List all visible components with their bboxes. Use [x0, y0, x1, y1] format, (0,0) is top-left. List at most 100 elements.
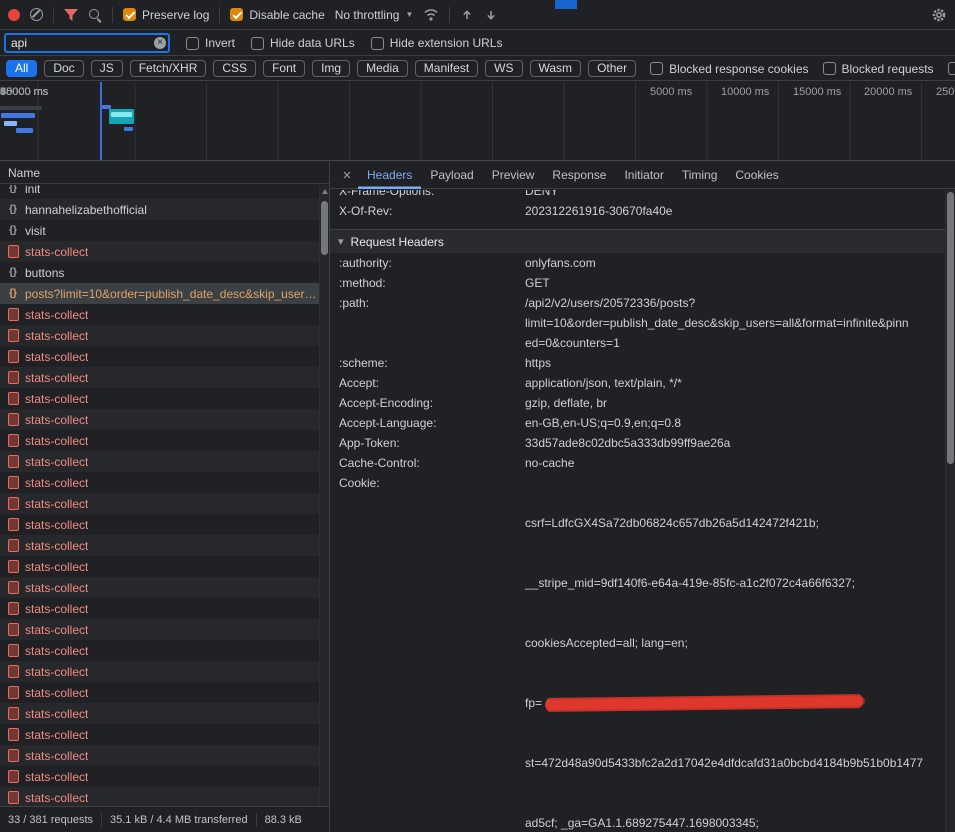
header-row: Accept-Encoding: gzip, deflate, br [330, 393, 955, 413]
request-row[interactable]: stats-collect [0, 703, 329, 724]
request-row[interactable]: stats-collect [0, 367, 329, 388]
filter-toggle-button[interactable] [64, 9, 78, 21]
request-row[interactable]: stats-collect [0, 430, 329, 451]
type-filter-chip[interactable]: Wasm [530, 60, 582, 77]
timeline-tick-label: 10000 ms [721, 86, 769, 98]
separator [112, 7, 113, 23]
request-row[interactable]: stats-collect [0, 514, 329, 535]
export-har-button[interactable] [460, 8, 474, 22]
details-tab[interactable]: Cookies [726, 162, 787, 189]
request-row[interactable]: stats-collect [0, 682, 329, 703]
scrollbar-thumb[interactable] [947, 192, 954, 464]
request-row[interactable]: buttons [0, 262, 329, 283]
blocked-requests-checkbox[interactable]: Blocked requests [823, 62, 934, 76]
request-row[interactable]: stats-collect [0, 766, 329, 787]
request-type-icon [7, 497, 19, 510]
request-row[interactable]: stats-collect [0, 577, 329, 598]
request-row[interactable]: visit [0, 220, 329, 241]
record-button[interactable] [8, 9, 20, 21]
disable-cache-checkbox[interactable]: Disable cache [230, 8, 324, 22]
details-tab[interactable]: Response [543, 162, 615, 189]
request-row[interactable]: stats-collect [0, 241, 329, 262]
request-row[interactable]: stats-collect [0, 787, 329, 806]
clear-filter-icon[interactable]: × [154, 37, 166, 49]
third-party-requests-checkbox[interactable]: 3rd-party requests [948, 62, 955, 76]
filter-input[interactable] [4, 33, 170, 53]
upload-icon [460, 8, 474, 22]
request-row[interactable]: stats-collect [0, 661, 329, 682]
network-activity-bar [124, 127, 133, 131]
request-row[interactable]: stats-collect [0, 346, 329, 367]
hide-data-urls-checkbox[interactable]: Hide data URLs [251, 36, 355, 50]
type-filter-chip[interactable]: Font [263, 60, 305, 77]
request-row[interactable]: stats-collect [0, 451, 329, 472]
main-split: Name init hannahelizabethofficial visit [0, 162, 955, 832]
request-row[interactable]: stats-collect [0, 556, 329, 577]
type-filter-chip[interactable]: Media [357, 60, 408, 77]
request-row[interactable]: stats-collect [0, 304, 329, 325]
request-row[interactable]: stats-collect [0, 745, 329, 766]
request-row[interactable]: stats-collect [0, 409, 329, 430]
network-activity-bar [16, 128, 33, 133]
details-tab[interactable]: Initiator [615, 162, 672, 189]
request-row[interactable]: stats-collect [0, 619, 329, 640]
header-row: X-Frame-Options: DENY [330, 190, 955, 201]
request-name: stats-collect [25, 455, 88, 469]
request-row[interactable]: stats-collect [0, 472, 329, 493]
import-har-button[interactable] [484, 8, 498, 22]
request-row[interactable]: hannahelizabethofficial [0, 199, 329, 220]
request-type-icon [7, 518, 19, 531]
request-row[interactable]: stats-collect [0, 724, 329, 745]
name-column-header[interactable]: Name [0, 162, 329, 184]
timeline-overview[interactable]: 5000 ms10000 ms15000 ms20000 ms25000 ms3… [0, 82, 955, 161]
checkbox-icon [371, 37, 384, 50]
details-tab[interactable]: Preview [483, 162, 544, 189]
close-icon[interactable]: × [336, 167, 358, 184]
preserve-log-checkbox[interactable]: Preserve log [123, 8, 209, 22]
request-row[interactable]: stats-collect [0, 640, 329, 661]
type-filter-chip[interactable]: Other [588, 60, 636, 77]
type-filter-chip[interactable]: CSS [213, 60, 256, 77]
header-row: :method: GET [330, 273, 955, 293]
request-headers-section-header[interactable]: ▾ Request Headers [330, 229, 955, 253]
scrollbar-thumb[interactable] [321, 201, 328, 255]
request-row[interactable]: stats-collect [0, 535, 329, 556]
resource-type-filter-bar: All Doc JS Fetch/XHR CSS Font Img Media Manifest… [0, 57, 955, 81]
chevron-down-icon: ▾ [338, 235, 344, 248]
request-row[interactable]: stats-collect [0, 493, 329, 514]
redaction-scribble [545, 696, 863, 710]
network-conditions-button[interactable] [423, 8, 439, 22]
request-name: stats-collect [25, 728, 88, 742]
cookie-line: __stripe_mid=9df140f6-e64a-419e-85fc-a1c… [525, 573, 941, 593]
request-row[interactable]: stats-collect [0, 388, 329, 409]
request-type-icon [7, 539, 19, 552]
throttling-dropdown[interactable]: No throttling ▼ [335, 8, 414, 22]
requests-scrollbar[interactable] [319, 185, 329, 806]
details-tab[interactable]: Timing [673, 162, 727, 189]
hide-extension-urls-checkbox[interactable]: Hide extension URLs [371, 36, 503, 50]
blocked-response-cookies-checkbox[interactable]: Blocked response cookies [650, 62, 808, 76]
invert-checkbox[interactable]: Invert [186, 36, 235, 50]
type-filter-chip[interactable]: Manifest [415, 60, 478, 77]
request-row[interactable]: init [0, 185, 329, 199]
search-button[interactable] [88, 8, 102, 22]
details-scrollbar[interactable] [945, 190, 955, 832]
type-filter-chip[interactable]: All [6, 60, 37, 77]
request-type-icon [7, 185, 19, 194]
type-filter-chip[interactable]: Fetch/XHR [130, 60, 207, 77]
request-row[interactable]: posts?limit=10&order=publish_date_desc&s… [0, 283, 329, 304]
type-filter-chip[interactable]: Img [312, 60, 350, 77]
request-row[interactable]: stats-collect [0, 598, 329, 619]
type-filter-chip[interactable]: JS [91, 60, 123, 77]
scroll-up-arrow-icon[interactable] [322, 189, 328, 194]
header-value: en-GB,en-US;q=0.9,en;q=0.8 [525, 413, 955, 433]
settings-button[interactable] [931, 7, 947, 23]
type-filter-chip[interactable]: WS [485, 60, 522, 77]
clear-button[interactable] [30, 8, 43, 21]
details-tab[interactable]: Headers [358, 162, 421, 189]
header-name: :authority: [339, 253, 525, 273]
details-tab[interactable]: Payload [421, 162, 482, 189]
resources-size: 88.3 kB [257, 814, 310, 826]
request-row[interactable]: stats-collect [0, 325, 329, 346]
type-filter-chip[interactable]: Doc [44, 60, 83, 77]
